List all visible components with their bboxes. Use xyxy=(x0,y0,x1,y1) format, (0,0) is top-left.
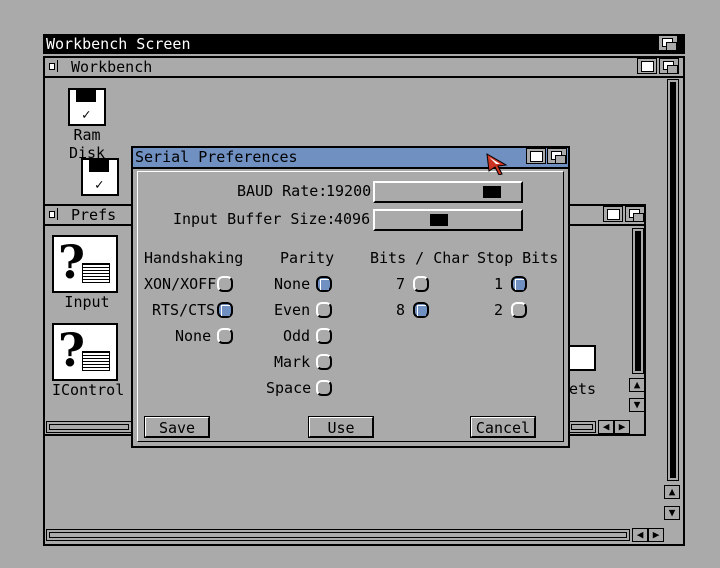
prefs-depth-gadget[interactable] xyxy=(625,206,645,222)
parity-none-radio[interactable] xyxy=(316,276,332,292)
serial-title: Serial Preferences xyxy=(135,148,298,166)
input-buffer-slider-knob[interactable] xyxy=(430,214,448,226)
parity-space-label: Space xyxy=(266,379,312,397)
input-prefs-icon[interactable]: ? Input xyxy=(52,235,122,311)
bits-8-radio[interactable] xyxy=(413,302,429,318)
prefs-scroll-up-button[interactable]: ▲ xyxy=(629,378,645,392)
bits-7-label: 7 xyxy=(396,275,406,293)
prefs-close-gadget[interactable] xyxy=(47,208,58,220)
workbench-depth-gadget[interactable] xyxy=(659,58,679,74)
prefs-vertical-scrollbar[interactable] xyxy=(632,228,644,374)
baud-rate-label: BAUD Rate: xyxy=(237,182,328,200)
workbench-title-bar[interactable]: Workbench xyxy=(45,58,683,78)
workbench-zoom-gadget[interactable] xyxy=(637,58,657,74)
parity-even-radio[interactable] xyxy=(316,302,332,318)
stop-1-label: 1 xyxy=(494,275,504,293)
input-buffer-value: 4096 xyxy=(334,210,371,228)
parity-odd-radio[interactable] xyxy=(316,328,332,344)
icontrol-label: IControl xyxy=(52,381,125,399)
workbench-scroll-up-button[interactable]: ▲ xyxy=(664,485,680,499)
stop-2-radio[interactable] xyxy=(511,302,527,318)
presets-drawer-icon[interactable] xyxy=(566,345,596,371)
presets-label: ets xyxy=(569,380,597,398)
serial-zoom-gadget[interactable] xyxy=(526,148,546,164)
ram-disk-icon[interactable]: Ram Disk xyxy=(52,88,122,162)
workbench-horizontal-scrollbar[interactable] xyxy=(46,529,630,541)
handshaking-none-label: None xyxy=(175,327,212,345)
screen-title: Workbench Screen xyxy=(46,35,191,53)
workbench-close-gadget[interactable] xyxy=(47,60,58,72)
floppy-disk-icon-2 xyxy=(81,158,119,196)
cancel-button[interactable]: Cancel xyxy=(470,416,536,438)
parity-space-radio[interactable] xyxy=(316,380,332,396)
baud-rate-value: 19200 xyxy=(326,182,372,200)
use-button[interactable]: Use xyxy=(308,416,374,438)
handshaking-xonxoff-radio[interactable] xyxy=(217,276,233,292)
handshaking-rtscts-radio[interactable] xyxy=(217,302,233,318)
parity-mark-radio[interactable] xyxy=(316,354,332,370)
workbench-scroll-down-button[interactable]: ▼ xyxy=(664,506,680,520)
parity-mark-label: Mark xyxy=(274,353,311,371)
input-buffer-slider[interactable] xyxy=(373,209,523,231)
serial-depth-gadget[interactable] xyxy=(547,148,567,164)
prefs-scroll-left-button[interactable]: ◀ xyxy=(598,420,614,434)
parity-even-label: Even xyxy=(274,301,311,319)
baud-rate-slider[interactable] xyxy=(373,181,523,203)
question-keyboard-icon: ? xyxy=(52,235,118,293)
bits-8-label: 8 xyxy=(396,301,406,319)
bits-per-char-header: Bits / Char xyxy=(370,249,470,267)
workbench-vertical-scrollbar[interactable] xyxy=(667,79,679,481)
handshaking-rtscts-label: RTS/CTS xyxy=(152,301,216,319)
prefs-scroll-right-button[interactable]: ▶ xyxy=(614,420,630,434)
prefs-zoom-gadget[interactable] xyxy=(603,206,623,222)
prefs-scroll-down-button[interactable]: ▼ xyxy=(629,398,645,412)
bits-7-radio[interactable] xyxy=(413,276,429,292)
workbench-scroll-right-button[interactable]: ▶ xyxy=(648,528,664,542)
mouse-pointer-icon xyxy=(486,153,508,175)
stop-2-label: 2 xyxy=(494,301,504,319)
prefs-title: Prefs xyxy=(71,206,117,224)
prefs-horizontal-scrollbar[interactable] xyxy=(46,421,132,433)
workbench-title: Workbench xyxy=(71,58,153,76)
parity-odd-label: Odd xyxy=(283,327,311,345)
question-control-icon: ? xyxy=(52,323,118,381)
save-button[interactable]: Save xyxy=(144,416,210,438)
icontrol-prefs-icon[interactable]: ? IControl xyxy=(52,323,125,399)
input-label: Input xyxy=(64,293,110,311)
stop-bits-header: Stop Bits xyxy=(477,249,559,267)
serial-preferences-window: Serial Preferences BAUD Rate: 19200 Inpu… xyxy=(131,146,570,448)
handshaking-xonxoff-label: XON/XOFF xyxy=(144,275,217,293)
handshaking-none-radio[interactable] xyxy=(217,328,233,344)
screen-title-bar[interactable]: Workbench Screen xyxy=(43,34,685,54)
baud-rate-slider-knob[interactable] xyxy=(483,186,501,198)
prefs-horizontal-scrollbar-end[interactable] xyxy=(568,421,596,433)
floppy-disk-icon xyxy=(68,88,106,126)
workbench-scroll-left-button[interactable]: ◀ xyxy=(632,528,648,542)
stop-1-radio[interactable] xyxy=(511,276,527,292)
parity-header: Parity xyxy=(280,249,335,267)
screen-depth-gadget[interactable] xyxy=(658,35,678,51)
ram-disk-label: Ram Disk xyxy=(68,126,106,162)
disk-icon[interactable] xyxy=(78,158,122,196)
input-buffer-label: Input Buffer Size: xyxy=(173,210,336,228)
handshaking-header: Handshaking xyxy=(144,249,244,267)
parity-none-label: None xyxy=(274,275,311,293)
